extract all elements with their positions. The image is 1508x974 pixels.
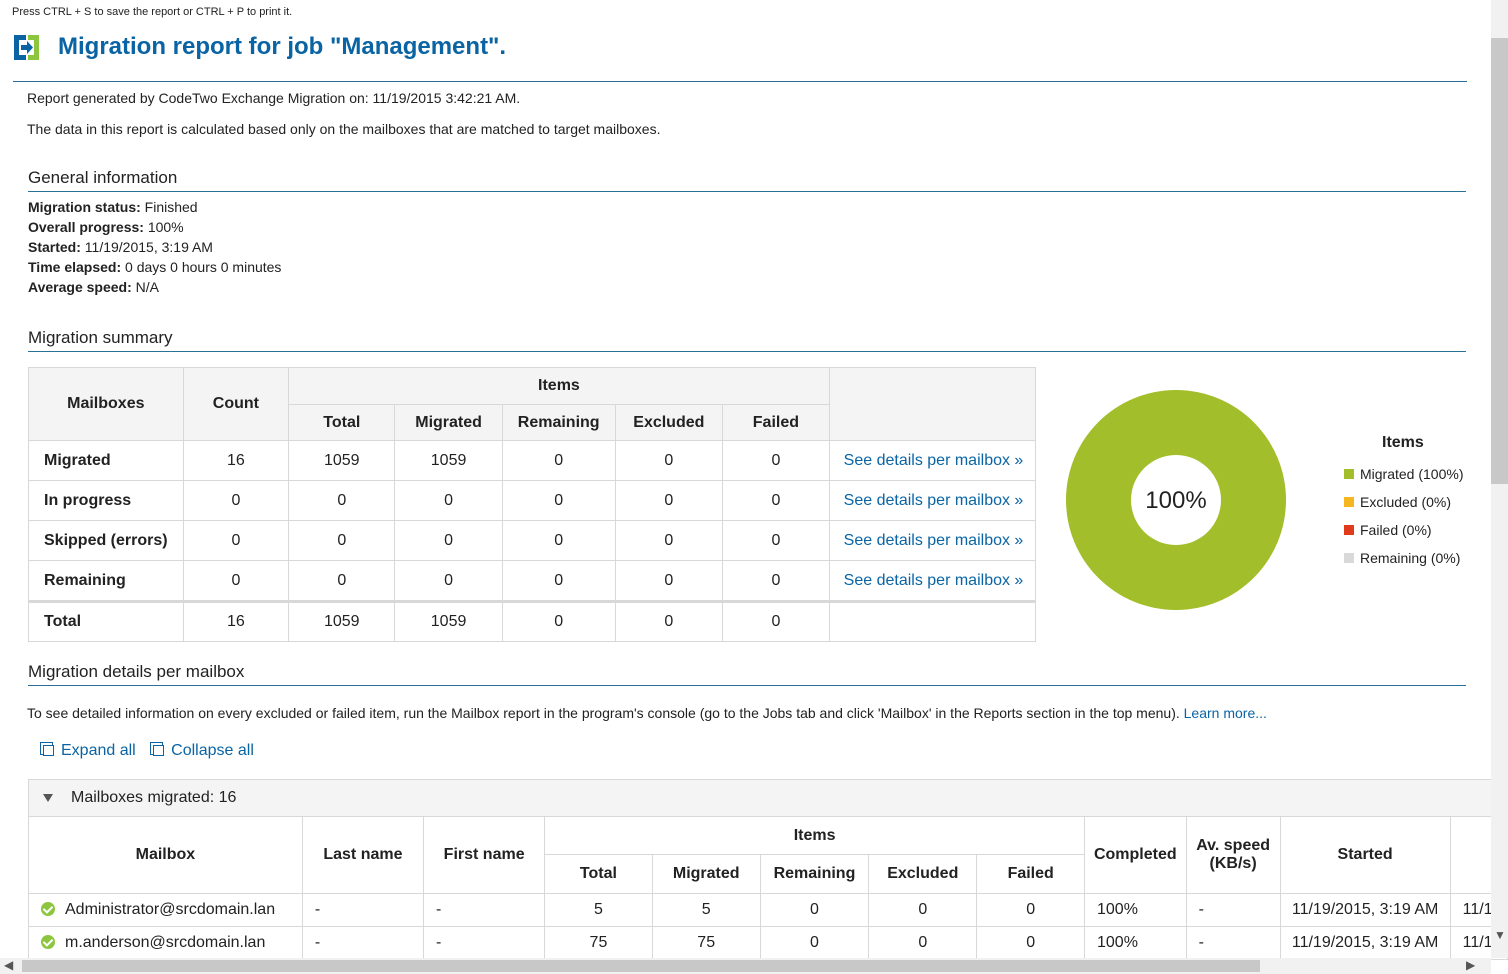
collapse-arrow-icon: [43, 794, 53, 802]
scroll-thumb: [1491, 38, 1508, 484]
horizontal-scrollbar[interactable]: [0, 958, 1491, 974]
summary-row: Migrated 16 1059 1059 0 0 0 See details per ma…: [28, 440, 1037, 481]
col-links: [828, 367, 1037, 441]
page-title: Migration report for job "Management".: [58, 33, 507, 60]
legend-title: Items: [1382, 434, 1424, 451]
col-mailboxes: Mailboxes: [28, 367, 184, 441]
items-donut-chart: 100%: [1066, 390, 1286, 610]
general-info-list: Migration status: Finished Overall progr…: [28, 197, 281, 297]
scroll-thumb: [22, 960, 1260, 972]
general-info-heading: General information: [28, 168, 1466, 192]
expand-all-button[interactable]: Expand all: [40, 742, 136, 759]
legend-item: Migrated (100%): [1344, 460, 1464, 488]
report-header: Migration report for job "Management".: [13, 33, 1467, 82]
scroll-left-icon[interactable]: ◀: [4, 958, 13, 972]
success-check-icon: [41, 902, 55, 916]
mailboxes-migrated-group[interactable]: Mailboxes migrated: 16: [28, 779, 1494, 818]
col-items: Items: [288, 367, 830, 405]
details-table: Mailbox Last name First name Items Compl…: [28, 816, 1508, 960]
col-migrated: Migrated: [394, 404, 503, 441]
note-text: The data in this report is calculated ba…: [27, 121, 661, 137]
legend-item: Excluded (0%): [1344, 488, 1464, 516]
legend-item: Remaining (0%): [1344, 544, 1464, 572]
vertical-scrollbar[interactable]: [1491, 0, 1508, 958]
collapse-all-button[interactable]: Collapse all: [150, 742, 254, 759]
summary-heading: Migration summary: [28, 328, 1466, 352]
info-row: Started: 11/19/2015, 3:19 AM: [28, 239, 213, 255]
details-link[interactable]: See details per mailbox »: [828, 560, 1037, 602]
hint-text: Press CTRL + S to save the report or CTR…: [12, 6, 293, 18]
expand-collapse-links: Expand all Collapse all: [40, 742, 254, 760]
mailbox-row: Administrator@srcdomain.lan - - 5 5 0 0 …: [28, 893, 1508, 927]
details-link[interactable]: See details per mailbox »: [828, 520, 1037, 561]
details-link[interactable]: See details per mailbox »: [828, 480, 1037, 521]
info-row: Average speed: N/A: [28, 279, 159, 295]
summary-row: In progress 0 0 0 0 0 0 See details per mailbo…: [28, 480, 1037, 521]
summary-table: Mailboxes Count Items Total Migrated Rem…: [28, 367, 1037, 642]
collapse-icon: [150, 742, 165, 756]
summary-row: Skipped (errors) 0 0 0 0 0 0 See details per m…: [28, 520, 1037, 561]
scroll-down-icon[interactable]: ▼: [1494, 928, 1506, 942]
col-excluded: Excluded: [614, 404, 724, 441]
col-count: Count: [182, 367, 290, 441]
details-heading: Migration details per mailbox: [28, 662, 1466, 686]
chart-legend: Items Migrated (100%) Excluded (0%) Fail…: [1344, 434, 1464, 572]
info-row: Migration status: Finished: [28, 199, 198, 215]
details-intro: To see detailed information on every exc…: [27, 705, 1267, 721]
details-link[interactable]: See details per mailbox »: [828, 440, 1037, 481]
success-check-icon: [41, 935, 55, 949]
col-total: Total: [288, 404, 396, 441]
group-label: Mailboxes migrated: 16: [71, 789, 237, 806]
learn-more-link[interactable]: Learn more...: [1184, 705, 1267, 721]
col-failed: Failed: [722, 404, 830, 441]
col-remaining: Remaining: [501, 404, 616, 441]
summary-row: Remaining 0 0 0 0 0 0 See details per mailbox …: [28, 560, 1037, 602]
scroll-right-icon[interactable]: ▶: [1466, 958, 1475, 972]
codetwo-logo-icon: [14, 35, 39, 60]
generated-text: Report generated by CodeTwo Exchange Mig…: [27, 90, 521, 106]
info-row: Overall progress: 100%: [28, 219, 184, 235]
donut-center-label: 100%: [1145, 487, 1206, 514]
summary-total-row: Total 16 1059 1059 0 0 0: [28, 600, 1037, 642]
mailbox-row: m.anderson@srcdomain.lan - - 75 75 0 0 0…: [28, 926, 1508, 960]
legend-item: Failed (0%): [1344, 516, 1464, 544]
info-row: Time elapsed: 0 days 0 hours 0 minutes: [28, 259, 282, 275]
expand-icon: [40, 742, 54, 756]
